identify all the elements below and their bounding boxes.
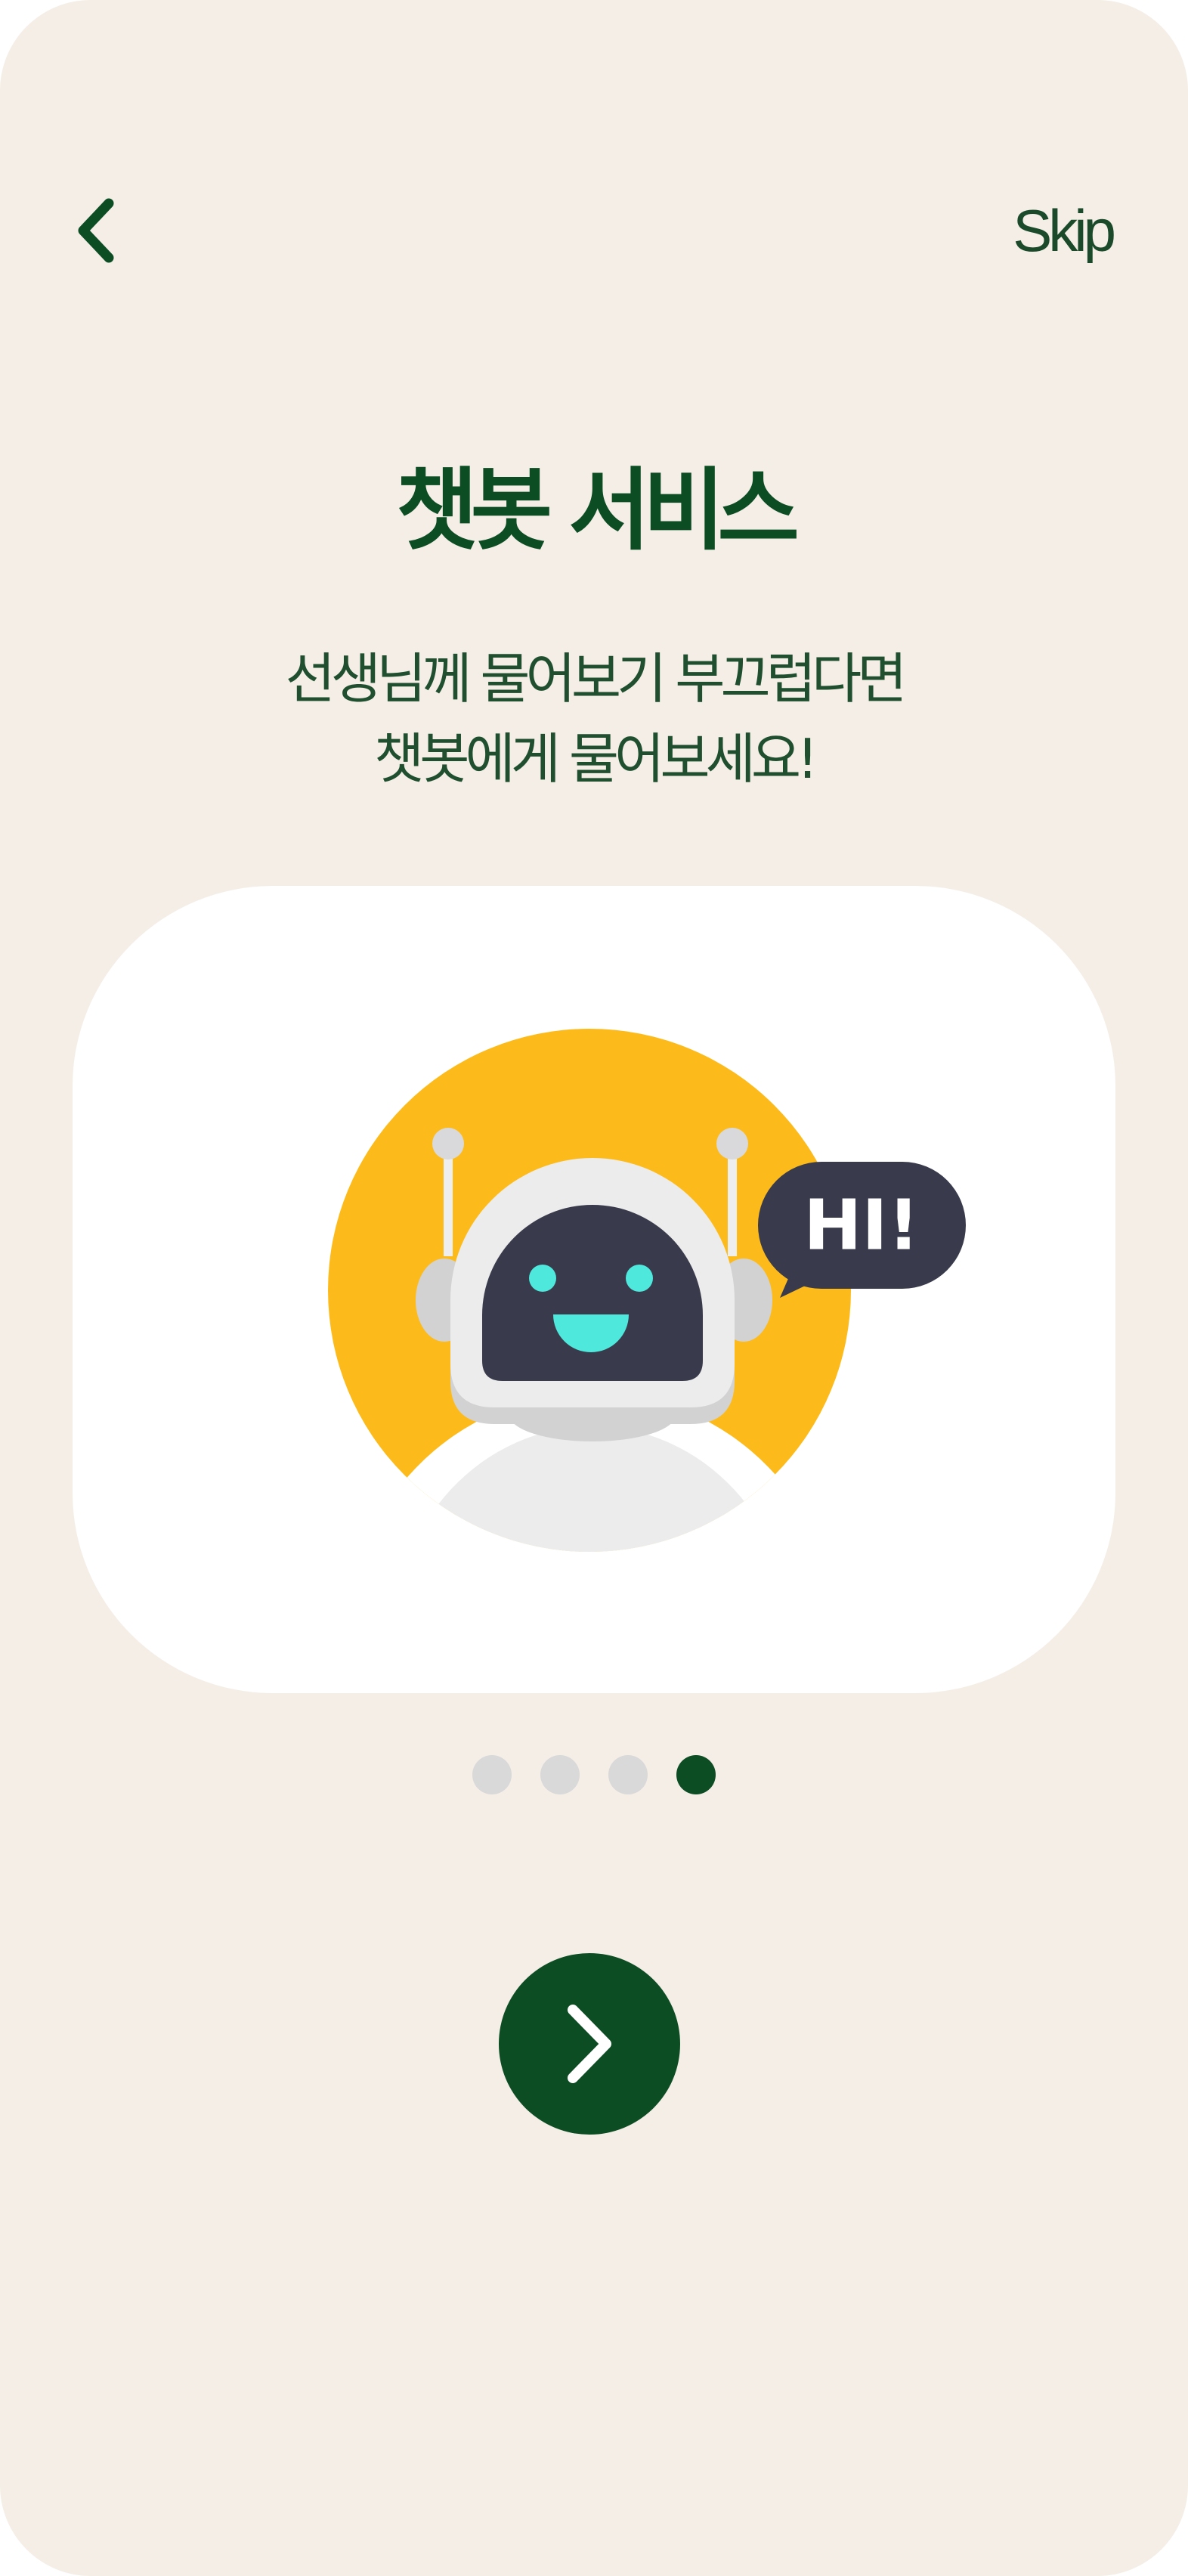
robot-chatbot-illustration: HI! bbox=[328, 1029, 966, 1552]
page-title: 챗봇 서비스 bbox=[396, 458, 800, 562]
pagination-dot-2[interactable] bbox=[540, 1755, 580, 1794]
chevron-left-icon bbox=[78, 198, 114, 263]
chevron-right-icon bbox=[568, 2005, 611, 2083]
speech-bubble-text: HI! bbox=[803, 1185, 919, 1266]
page-description: 선생님께 물어보기 부끄럽다면 챗봇에게 물어보세요! bbox=[0, 639, 1188, 799]
pagination-dot-1[interactable] bbox=[472, 1755, 512, 1794]
pagination-dots bbox=[0, 1755, 1188, 1794]
back-button[interactable] bbox=[54, 189, 138, 272]
onboarding-screen: Skip 챗봇 서비스 선생님께 물어보기 부끄럽다면 챗봇에게 물어보세요! bbox=[0, 0, 1188, 2576]
next-button[interactable] bbox=[499, 1953, 680, 2135]
pagination-dot-3[interactable] bbox=[608, 1755, 648, 1794]
skip-button[interactable]: Skip bbox=[1013, 189, 1116, 272]
illustration-card: HI! bbox=[73, 886, 1115, 1693]
description-line-2: 챗봇에게 물어보세요! bbox=[374, 727, 818, 791]
description-line-1: 선생님께 물어보기 부끄럽다면 bbox=[285, 647, 908, 711]
pagination-dot-4-active[interactable] bbox=[676, 1755, 716, 1794]
